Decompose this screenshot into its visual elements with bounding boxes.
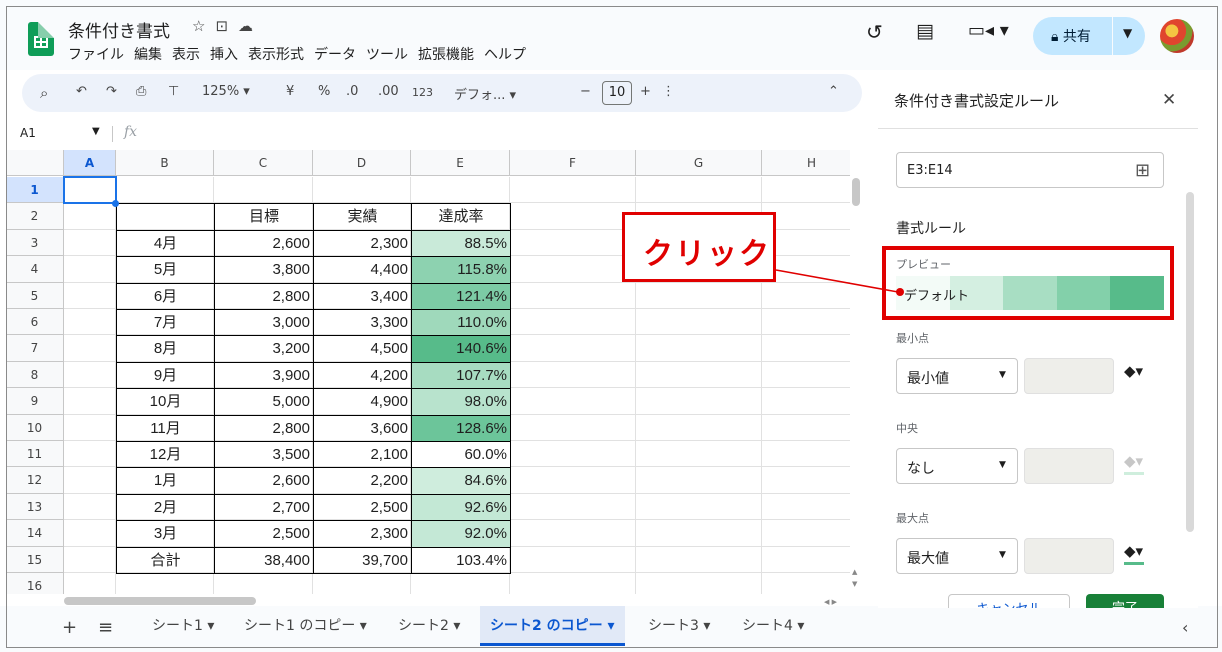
preview-highlight-box: [882, 246, 1174, 320]
annotation-leader-line: [775, 269, 904, 296]
callout-text: クリック: [643, 237, 771, 272]
click-callout: クリック: [622, 212, 776, 282]
